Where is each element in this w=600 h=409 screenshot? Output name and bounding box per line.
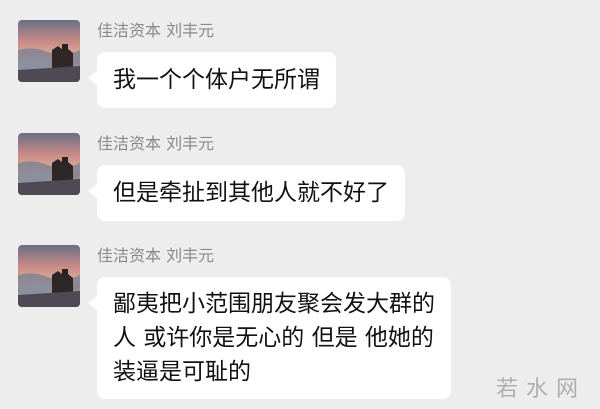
- sender-name: 佳洁资本 刘丰元: [97, 21, 215, 40]
- message-text-line: 鄙夷把小范围朋友聚会发大群的: [113, 291, 435, 317]
- message-bubble[interactable]: 鄙夷把小范围朋友聚会发大群的 人 或许你是无心的 但是 他她的 装逼是可耻的: [88, 277, 451, 399]
- watermark: 若水网: [495, 377, 586, 402]
- message-bubble[interactable]: 我一个个体户无所谓: [88, 52, 336, 108]
- avatar[interactable]: [18, 20, 80, 82]
- sunset-landscape-icon: [18, 133, 80, 195]
- message-text-line: 人 或许你是无心的 但是 他她的: [113, 325, 434, 351]
- avatar[interactable]: [18, 245, 80, 307]
- message-bubble[interactable]: 但是牵扯到其他人就不好了: [88, 165, 405, 221]
- message-text: 但是牵扯到其他人就不好了: [113, 180, 389, 206]
- message-text: 我一个个体户无所谓: [113, 67, 320, 93]
- message-text-line: 装逼是可耻的: [113, 359, 251, 385]
- sunset-landscape-icon: [18, 245, 80, 307]
- avatar[interactable]: [18, 133, 80, 195]
- sender-name: 佳洁资本 刘丰元: [97, 246, 215, 265]
- sunset-landscape-icon: [18, 20, 80, 82]
- sender-name: 佳洁资本 刘丰元: [97, 134, 215, 153]
